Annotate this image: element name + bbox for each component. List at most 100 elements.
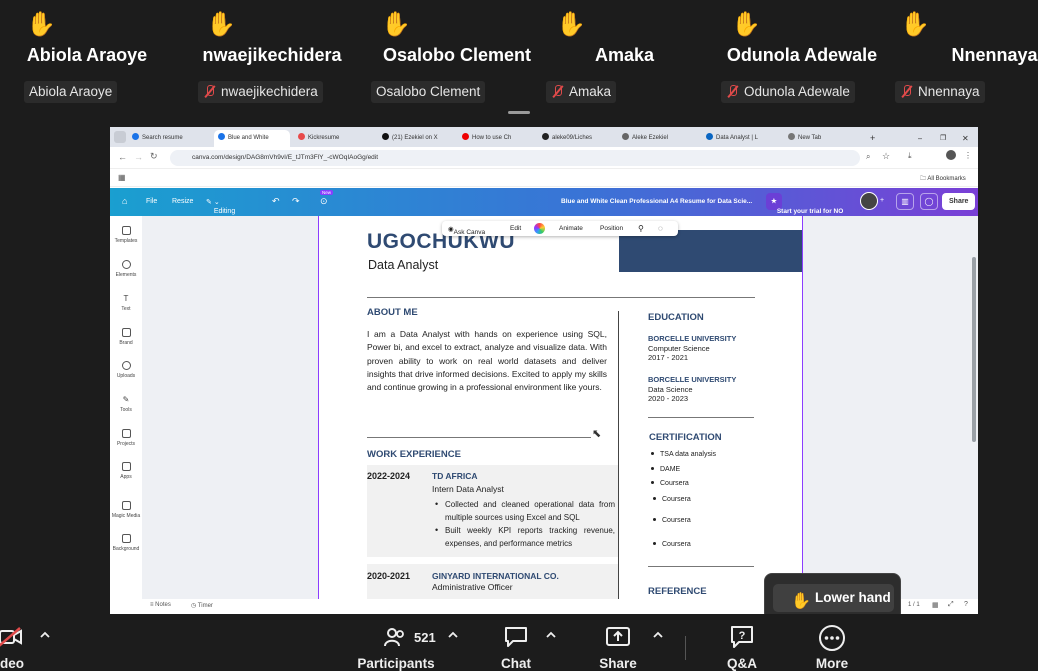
maximize-icon[interactable]: ❐ <box>940 130 946 147</box>
sidebar-item-projects[interactable]: Projects <box>110 429 142 447</box>
document-title[interactable]: Blue and White Clean Professional A4 Res… <box>561 198 752 205</box>
work-heading[interactable]: WORK EXPERIENCE <box>367 449 461 460</box>
more-button[interactable]: More <box>808 614 856 671</box>
position-button[interactable]: Position <box>600 225 623 232</box>
timer-button[interactable]: ◷ Timer <box>191 602 213 609</box>
notes-button[interactable]: ≡ Notes <box>150 602 171 608</box>
participant-tile[interactable]: ✋ nwaejikechidera nwaejikechidera <box>180 0 354 110</box>
qa-button[interactable]: ? Q&A <box>720 614 764 671</box>
forward-icon[interactable]: → <box>134 152 143 162</box>
reload-icon[interactable]: ↻ <box>150 151 158 162</box>
video-button[interactable]: deo <box>0 614 34 671</box>
download-icon[interactable]: ⤓ <box>908 151 912 161</box>
sidebar-item-templates[interactable]: Templates <box>110 226 142 244</box>
certification-heading[interactable]: CERTIFICATION <box>649 432 722 443</box>
browser-menu-icon[interactable]: ⋮ <box>964 151 972 160</box>
paint-format-icon[interactable]: ⚲ <box>638 224 644 233</box>
participant-tile[interactable]: ✋ Osalobo Clement Osalobo Clement <box>355 0 531 110</box>
sidebar-item-brand[interactable]: Brand <box>110 328 142 346</box>
close-window-icon[interactable]: ✕ <box>962 130 969 147</box>
sidebar-item-magic-media[interactable]: Magic Media <box>110 501 142 519</box>
education-entry[interactable]: BORCELLE UNIVERSITY Computer Science 2017 … <box>648 334 736 363</box>
redo-icon[interactable]: ↷ <box>292 196 300 207</box>
browser-tab[interactable]: How to use Ch <box>462 130 522 147</box>
browser-tab-active[interactable]: Blue and White <box>214 130 290 147</box>
chat-button[interactable]: Chat <box>494 614 538 671</box>
editing-menu[interactable]: ✎ Editing ⌄ <box>206 198 235 215</box>
participant-tile[interactable]: ✋ Amaka Amaka <box>530 0 704 110</box>
resume-page[interactable]: UGOCHUKWU Data Analyst ABOUT ME I am a D… <box>318 216 803 603</box>
profile-avatar[interactable] <box>946 150 956 160</box>
fullscreen-icon[interactable]: ⤢ <box>948 601 954 609</box>
home-icon[interactable]: ⌂ <box>122 196 127 206</box>
color-picker-icon[interactable] <box>534 223 545 234</box>
tab-search-icon[interactable] <box>114 131 126 143</box>
resume-header-block[interactable] <box>619 230 802 272</box>
back-icon[interactable]: ← <box>118 152 127 162</box>
sidebar-item-elements[interactable]: Elements <box>110 260 142 278</box>
minimize-icon[interactable]: – <box>918 130 922 147</box>
browser-tab[interactable]: New Tab <box>788 130 858 147</box>
job-entry[interactable]: 2022-2024 TD AFRICA Intern Data Analyst … <box>367 465 619 557</box>
cert-item[interactable]: Coursera <box>651 480 689 487</box>
reference-heading[interactable]: REFERENCE <box>648 586 707 597</box>
add-collaborator-icon[interactable]: + <box>880 197 884 204</box>
browser-tab[interactable]: (21) Ezekiel on X <box>382 130 458 147</box>
lower-hand-button[interactable]: ✋ Lower hand <box>773 584 894 612</box>
cert-item[interactable]: DAME <box>651 466 680 473</box>
apps-grid-icon[interactable]: ▦ <box>118 173 126 182</box>
browser-tab[interactable]: Aleke Ezekiel <box>622 130 678 147</box>
cert-item[interactable]: TSA data analysis <box>651 451 716 458</box>
sidebar-item-apps[interactable]: Apps <box>110 462 142 480</box>
chevron-up-icon[interactable] <box>546 630 556 640</box>
sidebar-item-text[interactable]: T Text <box>110 294 142 312</box>
chevron-up-icon[interactable] <box>448 630 458 640</box>
browser-tab[interactable]: Search resume <box>132 130 208 147</box>
resize-menu[interactable]: Resize <box>172 198 193 205</box>
file-menu[interactable]: File <box>146 198 157 205</box>
resume-role[interactable]: Data Analyst <box>368 258 438 272</box>
about-text[interactable]: I am a Data Analyst with hands on experi… <box>367 328 607 394</box>
participant-tile[interactable]: ✋ Nnennaya Nnennaya <box>880 0 1038 110</box>
about-heading[interactable]: ABOUT ME <box>367 307 418 318</box>
share-screen-button[interactable]: Share <box>596 614 640 671</box>
sidebar-item-uploads[interactable]: Uploads <box>110 361 142 379</box>
grid-view-icon[interactable]: ▦ <box>932 601 939 609</box>
zoom-icon[interactable]: ⌕ <box>866 152 870 162</box>
education-entry[interactable]: BORCELLE UNIVERSITY Data Science 2020 - 20… <box>648 375 736 404</box>
participants-button[interactable]: 521 Participants <box>350 614 442 671</box>
screen-share-handle[interactable] <box>508 111 530 114</box>
sidebar-item-background[interactable]: Background <box>110 534 142 552</box>
comment-icon[interactable]: ◌ <box>658 224 663 233</box>
url-input[interactable]: canva.com/design/DAG8mVh9vI/E_tJTm3FlY_-… <box>170 150 860 166</box>
cert-item[interactable]: Coursera <box>653 496 691 503</box>
cert-item[interactable]: Coursera <box>653 517 691 524</box>
share-button[interactable]: Share <box>942 193 976 210</box>
browser-tab[interactable]: Data Analyst | L <box>706 130 776 147</box>
browser-tab[interactable]: Kickresume <box>298 130 374 147</box>
start-trial-button[interactable]: ★ Start your trial for NO <box>766 193 843 215</box>
education-heading[interactable]: EDUCATION <box>648 312 704 323</box>
all-bookmarks-link[interactable]: 🗀 All Bookmarks <box>920 174 966 184</box>
animate-button[interactable]: Animate <box>559 225 583 232</box>
participant-tile[interactable]: ✋ Abiola Araoye Abiola Araoye <box>0 0 158 110</box>
new-tab-icon[interactable]: + <box>870 130 875 147</box>
insights-icon[interactable]: ▥ <box>896 193 914 210</box>
browser-tab[interactable]: aleke09/Liches <box>542 130 604 147</box>
cert-item[interactable]: Coursera <box>653 541 691 548</box>
help-icon[interactable]: ? <box>964 601 968 608</box>
vertical-scrollbar[interactable] <box>972 257 976 442</box>
comment-icon[interactable]: ◯ <box>920 193 938 210</box>
raised-hand-icon: ✋ <box>206 11 236 38</box>
job-entry[interactable]: 2020-2021 GINYARD INTERNATIONAL CO. Admi… <box>367 564 619 603</box>
ask-canva-button[interactable]: ◉ Ask Canva <box>448 225 485 236</box>
chevron-up-icon[interactable] <box>40 630 50 640</box>
participant-tile[interactable]: ✋ Odunola Adewale Odunola Adewale <box>705 0 879 110</box>
edit-button[interactable]: Edit <box>510 225 521 232</box>
sidebar-item-tools[interactable]: ✎ Tools <box>110 395 142 413</box>
avatar[interactable] <box>860 192 878 210</box>
bookmark-star-icon[interactable]: ☆ <box>882 151 890 162</box>
chevron-up-icon[interactable] <box>653 630 663 640</box>
undo-icon[interactable]: ↶ <box>272 196 280 207</box>
sync-icon[interactable]: ⊙ <box>320 196 328 207</box>
